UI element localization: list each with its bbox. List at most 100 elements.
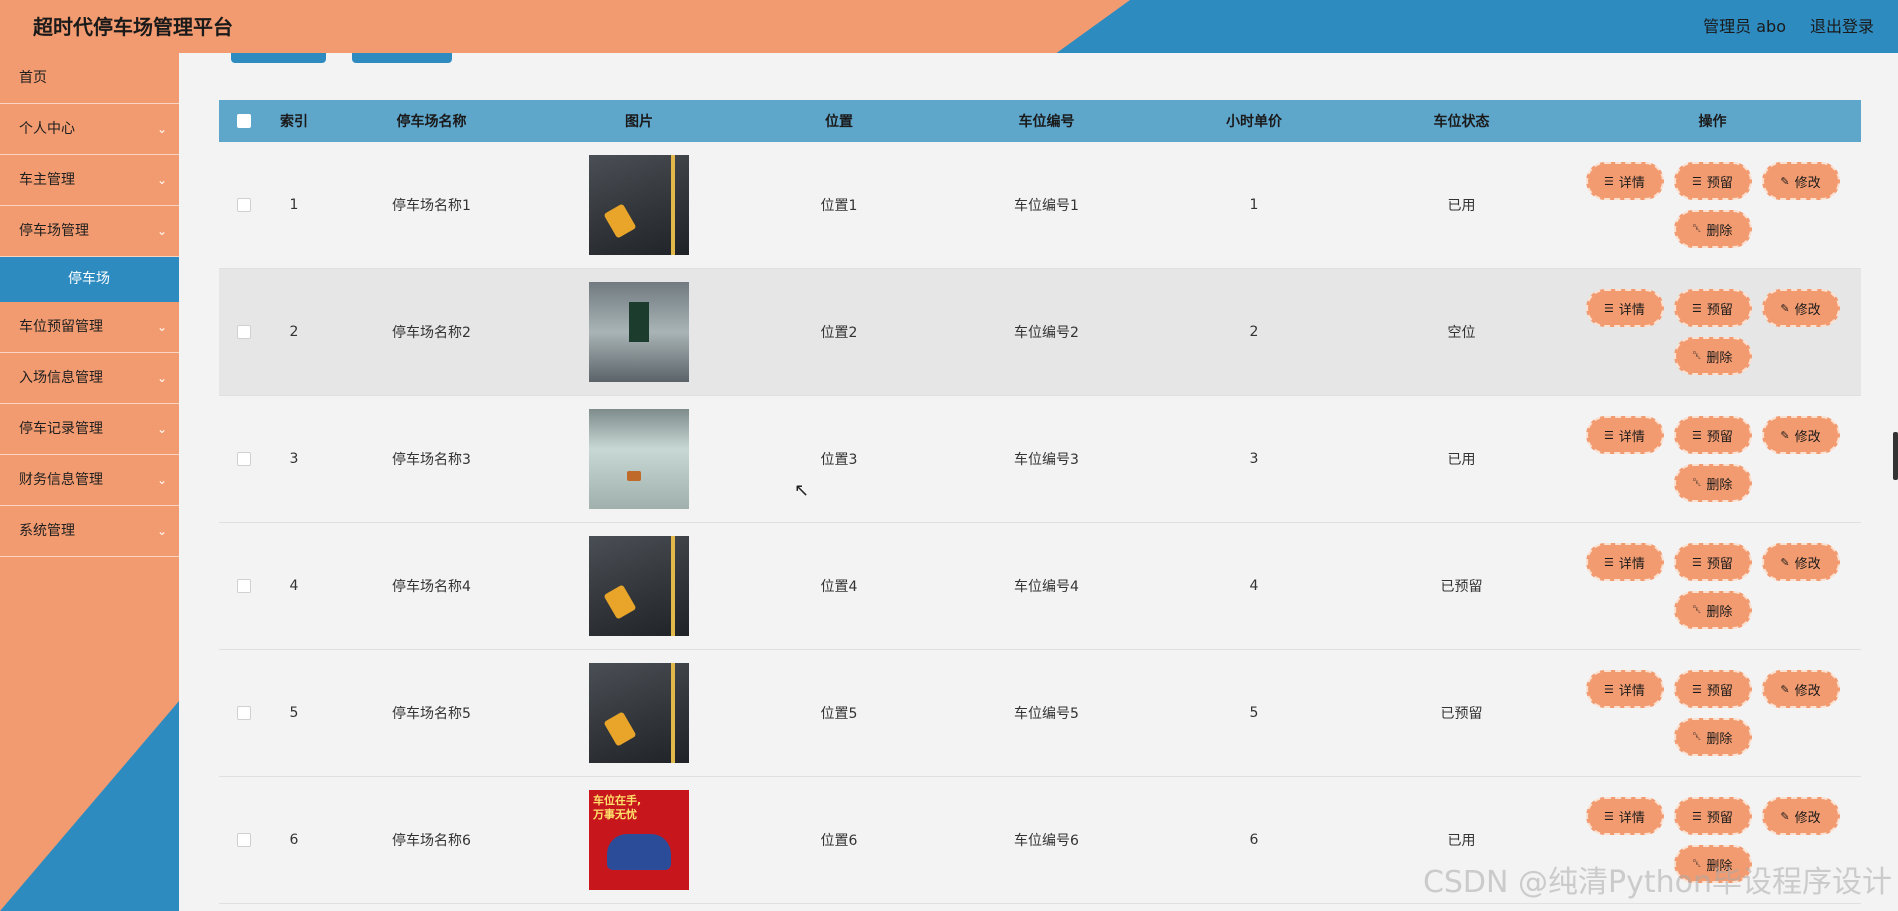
row-index: 3: [289, 451, 299, 467]
ad-poster-text: 车位在手, 万事无忧: [593, 794, 642, 821]
sidebar-item-0[interactable]: 首页: [0, 53, 179, 104]
delete-button[interactable]: ␡ 删除: [1673, 718, 1752, 756]
table-header: 索引 停车场名称 图片 位置 车位编号 小时单价 车位状态 操作: [219, 100, 1861, 142]
action-label: 预留: [1706, 810, 1733, 826]
document-icon: ☰: [1604, 809, 1614, 823]
delete-button[interactable]: ␡ 删除: [1673, 591, 1752, 629]
row-space-no: 车位编号2: [1014, 325, 1079, 341]
row-checkbox[interactable]: [237, 706, 251, 720]
row-location: 位置1: [820, 198, 858, 214]
sidebar-item-label: 个人中心: [19, 121, 75, 137]
document-icon: ☰: [1604, 428, 1614, 442]
delete-button[interactable]: ␡ 删除: [1673, 464, 1752, 502]
edit-button[interactable]: ✎ 修改: [1761, 416, 1840, 454]
reserve-button[interactable]: ☰ 预留: [1673, 289, 1752, 327]
document-icon: ☰: [1604, 301, 1614, 315]
edit-button[interactable]: ✎ 修改: [1761, 670, 1840, 708]
tab-stub-2[interactable]: [352, 53, 452, 63]
reserve-button[interactable]: ☰ 预留: [1673, 416, 1752, 454]
parking-image[interactable]: [589, 155, 689, 255]
action-label: 详情: [1618, 429, 1645, 445]
trash-icon: ␡: [1692, 349, 1702, 362]
row-actions: ☰ 详情 ☰ 预留 ✎ 修改 ␡ 删除: [1583, 543, 1843, 629]
row-name: 停车场名称4: [392, 579, 471, 595]
sidebar: 首页 个人中心 ⌄ 车主管理 ⌄ 停车场管理 ⌄ 停车场 车位预留管理 ⌄ 入场信息管理 ⌄ 停车记录管…: [0, 53, 179, 911]
action-label: 预留: [1706, 429, 1733, 445]
parking-image[interactable]: [589, 536, 689, 636]
reserve-button[interactable]: ☰ 预留: [1673, 162, 1752, 200]
action-label: 详情: [1618, 810, 1645, 826]
sidebar-item-1[interactable]: 个人中心 ⌄: [0, 104, 179, 155]
current-user: 管理员 abo: [1703, 17, 1786, 36]
edit-icon: ✎: [1780, 809, 1790, 823]
row-status: 空位: [1447, 325, 1476, 341]
parking-image[interactable]: [589, 663, 689, 763]
sidebar-decoration: [0, 701, 179, 911]
edit-icon: ✎: [1780, 682, 1790, 696]
action-label: 预留: [1706, 683, 1733, 699]
trash-icon: ␡: [1692, 730, 1702, 743]
detail-button[interactable]: ☰ 详情: [1585, 543, 1664, 581]
sidebar-item-5[interactable]: 车位预留管理 ⌄: [0, 302, 179, 353]
parking-image[interactable]: 车位在手, 万事无忧: [589, 790, 689, 890]
row-checkbox[interactable]: [237, 198, 251, 212]
sidebar-item-6[interactable]: 入场信息管理 ⌄: [0, 353, 179, 404]
action-label: 修改: [1794, 810, 1821, 826]
row-checkbox[interactable]: [237, 325, 251, 339]
row-space-no: 车位编号4: [1014, 579, 1079, 595]
detail-button[interactable]: ☰ 详情: [1585, 289, 1664, 327]
detail-button[interactable]: ☰ 详情: [1585, 416, 1664, 454]
select-all-checkbox[interactable]: [237, 114, 251, 128]
action-label: 预留: [1706, 302, 1733, 318]
delete-button[interactable]: ␡ 删除: [1673, 337, 1752, 375]
edit-button[interactable]: ✎ 修改: [1761, 797, 1840, 835]
tab-stub-1[interactable]: [231, 53, 326, 63]
header-actions: 操作: [1698, 114, 1727, 130]
sidebar-item-3[interactable]: 停车场管理 ⌄: [0, 206, 179, 257]
sidebar-item-4[interactable]: 停车场: [0, 257, 179, 302]
logout-link[interactable]: 退出登录: [1810, 13, 1874, 37]
sidebar-item-8[interactable]: 财务信息管理 ⌄: [0, 455, 179, 506]
edit-button[interactable]: ✎ 修改: [1761, 289, 1840, 327]
action-label: 详情: [1618, 175, 1645, 191]
row-location: 位置4: [820, 579, 858, 595]
row-status: 已预留: [1440, 579, 1483, 595]
reserve-button[interactable]: ☰ 预留: [1673, 543, 1752, 581]
chevron-down-icon: ⌄: [156, 173, 167, 187]
row-index: 2: [289, 324, 299, 340]
action-label: 详情: [1618, 556, 1645, 572]
reserve-button[interactable]: ☰ 预留: [1673, 797, 1752, 835]
row-checkbox[interactable]: [237, 833, 251, 847]
app-title: 超时代停车场管理平台: [33, 15, 233, 39]
sidebar-menu: 首页 个人中心 ⌄ 车主管理 ⌄ 停车场管理 ⌄ 停车场 车位预留管理 ⌄ 入场信息管理 ⌄ 停车记录管…: [0, 53, 179, 557]
row-name: 停车场名称6: [392, 833, 471, 849]
detail-button[interactable]: ☰ 详情: [1585, 162, 1664, 200]
row-checkbox[interactable]: [237, 579, 251, 593]
sidebar-item-7[interactable]: 停车记录管理 ⌄: [0, 404, 179, 455]
row-actions: ☰ 详情 ☰ 预留 ✎ 修改 ␡ 删除: [1583, 162, 1843, 248]
row-checkbox[interactable]: [237, 452, 251, 466]
action-label: 修改: [1794, 429, 1821, 445]
sidebar-item-2[interactable]: 车主管理 ⌄: [0, 155, 179, 206]
sidebar-item-9[interactable]: 系统管理 ⌄: [0, 506, 179, 557]
chevron-down-icon: ⌄: [156, 224, 167, 238]
row-actions: ☰ 详情 ☰ 预留 ✎ 修改 ␡ 删除: [1583, 289, 1843, 375]
sidebar-item-label: 首页: [19, 70, 47, 86]
action-label: 详情: [1618, 302, 1645, 318]
edit-button[interactable]: ✎ 修改: [1761, 543, 1840, 581]
scrollbar-handle[interactable]: [1893, 432, 1898, 480]
row-name: 停车场名称3: [392, 452, 471, 468]
parking-image[interactable]: [589, 282, 689, 382]
detail-button[interactable]: ☰ 详情: [1585, 670, 1664, 708]
edit-button[interactable]: ✎ 修改: [1761, 162, 1840, 200]
table-row: 4 停车场名称4 位置4 车位编号4 4 已预留 ☰ 详情 ☰ 预留 ✎ 修改 ␡ 删除: [219, 523, 1861, 650]
reserve-button[interactable]: ☰ 预留: [1673, 670, 1752, 708]
action-label: 删除: [1706, 350, 1733, 366]
row-price: 5: [1249, 705, 1259, 721]
row-space-no: 车位编号1: [1014, 198, 1079, 214]
sidebar-item-label: 停车记录管理: [19, 421, 103, 437]
delete-button[interactable]: ␡ 删除: [1673, 210, 1752, 248]
detail-button[interactable]: ☰ 详情: [1585, 797, 1664, 835]
action-label: 修改: [1794, 302, 1821, 318]
parking-image[interactable]: [589, 409, 689, 509]
